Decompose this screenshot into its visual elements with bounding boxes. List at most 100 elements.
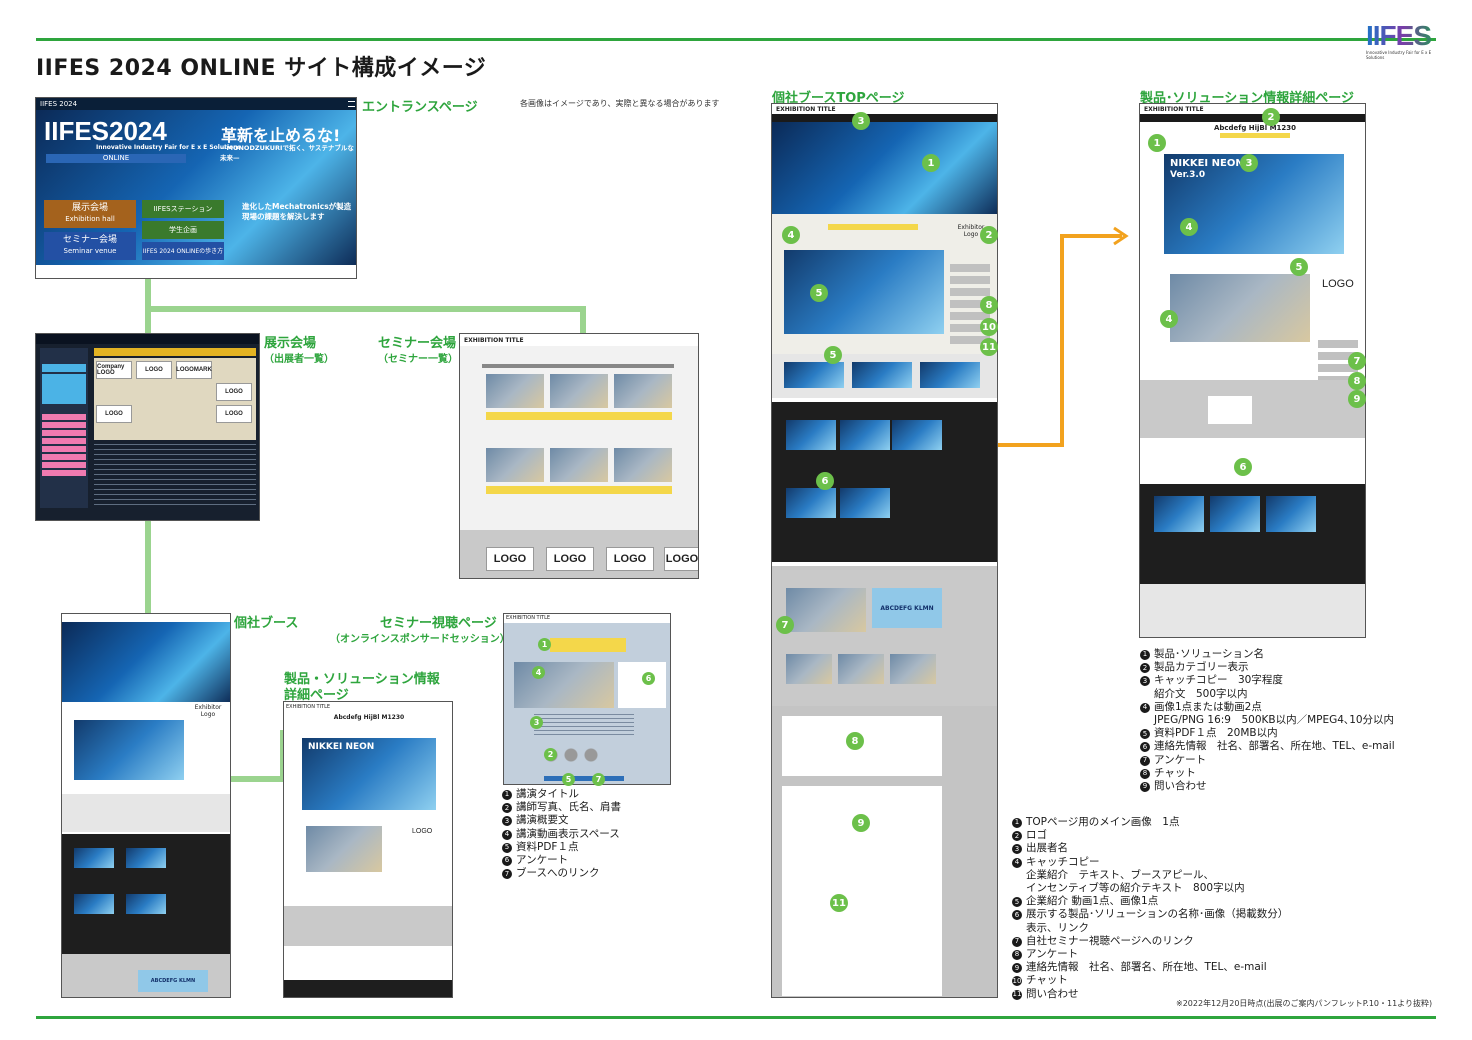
booth-top-screenshot: EXHIBITION TITLE Exhibitor Logo ABCDEFG …: [771, 103, 998, 998]
hall-list: [94, 444, 256, 508]
booth-small-thumb-1[interactable]: [74, 848, 114, 868]
badge-bt-4: 4: [782, 226, 800, 244]
legend-item: 6 連絡先情報 社名、部署名、所在地、TEL、e-mail: [1140, 740, 1395, 753]
badge-pd-8: 8: [1348, 372, 1366, 390]
product-big-version: Ver.3.0: [1170, 170, 1206, 180]
hall-logo-5[interactable]: LOGO: [96, 405, 132, 423]
product-big-related-2[interactable]: [1210, 496, 1260, 532]
booth-small-logo: Exhibitor Logo: [194, 704, 222, 718]
seminar-logo-3[interactable]: LOGO: [606, 547, 654, 571]
seminar-hall-tabs[interactable]: [482, 364, 674, 368]
disclaimer-note: 各画像はイメージであり、実際と異なる場合があります: [520, 99, 720, 108]
entrance-promo: 進化したMechatronicsが製造現場の課題を解決します: [242, 202, 352, 221]
booth-top-seminar-3[interactable]: [786, 654, 832, 684]
legend-text: 講演概要文: [516, 814, 569, 827]
legend-item: 5 資料PDF１点 20MB以内: [1140, 727, 1395, 740]
legend-continuation: 表示、リンク: [1026, 921, 1089, 934]
legend-text: 連絡先情報 社名、部署名、所在地、TEL、e-mail: [1154, 740, 1395, 753]
seminar-thumb-1[interactable]: [486, 374, 544, 408]
hall-logo-6[interactable]: LOGO: [216, 405, 252, 423]
booth-top-product-2[interactable]: [840, 420, 890, 450]
seminar-logo-2[interactable]: LOGO: [546, 547, 594, 571]
booth-top-video-1[interactable]: [784, 362, 844, 388]
booth-top-product-3[interactable]: [892, 420, 942, 450]
legend-text: キャッチコピー 30字程度: [1154, 674, 1283, 687]
legend-number: 8: [1140, 768, 1150, 779]
legend-item: 7 アンケート: [1140, 754, 1395, 767]
badge-sv-5: 5: [562, 773, 575, 786]
badge-sv-2: 2: [544, 748, 557, 761]
booth-small-thumb-4[interactable]: [126, 894, 166, 914]
seminar-logo-4[interactable]: LOGO: [664, 547, 698, 571]
booth-top-nav[interactable]: [772, 114, 997, 122]
badge-pd-9: 9: [1348, 390, 1366, 408]
seminar-view-video[interactable]: [514, 662, 614, 708]
booth-top-product-4[interactable]: [786, 488, 836, 518]
entrance-seminar-button[interactable]: セミナー会場 Seminar venue: [44, 232, 136, 260]
product-big-related-1[interactable]: [1154, 496, 1204, 532]
seminar-view-buttons[interactable]: [544, 776, 624, 781]
entrance-guide-button[interactable]: IIFES 2024 ONLINEの歩き方: [142, 242, 224, 260]
booth-top-seminars: [772, 566, 997, 706]
booth-top-product-5[interactable]: [840, 488, 890, 518]
legend-item: 3 講演概要文: [502, 814, 621, 827]
product-big-pamphlet: [1140, 380, 1365, 438]
entrance-academy-button[interactable]: 学生企画: [142, 221, 224, 239]
hall-sidebar-pinks[interactable]: [42, 414, 86, 478]
entrance-station-button[interactable]: IIFESステーション: [142, 200, 224, 218]
booth-small-thumb-3[interactable]: [74, 894, 114, 914]
legend-number: 5: [1012, 897, 1022, 908]
badge-bt-8b: 8: [846, 732, 864, 750]
booth-top-seminar-1[interactable]: [786, 588, 866, 632]
product-small-logo: LOGO: [412, 828, 433, 835]
badge-bt-5a: 5: [810, 284, 828, 302]
seminar-thumb-5[interactable]: [550, 448, 608, 482]
booth-small-products-strip: [62, 794, 230, 832]
arrow-head-icon: [1113, 226, 1129, 246]
legend-number: 7: [502, 869, 512, 880]
legend-text: 講師写真、氏名、肩書: [516, 801, 621, 814]
legend-number: 5: [1140, 729, 1150, 740]
legend-number: 10: [1012, 976, 1022, 987]
hall-logo-2[interactable]: LOGO: [136, 361, 172, 379]
product-big-nav[interactable]: [1140, 114, 1365, 122]
legend-text: チャット: [1154, 766, 1196, 779]
label-seminar-hall: セミナー会場: [378, 336, 457, 351]
booth-top-header: EXHIBITION TITLE: [772, 104, 997, 114]
hall-sidebar-buttons[interactable]: [42, 364, 86, 404]
legend-continuation: 紹介文 500字以内: [1154, 687, 1248, 700]
entrance-exhibit-button[interactable]: 展示会場 Exhibition hall: [44, 200, 136, 228]
seminar-thumb-2[interactable]: [550, 374, 608, 408]
legend-item: 6 展示する製品･ソリューションの名称･画像（掲載数分）: [1012, 908, 1288, 921]
legend-item: 8 チャット: [1140, 767, 1395, 780]
legend-item: 5 企業紹介 動画1点、画像1点: [1012, 895, 1288, 908]
booth-small-thumb-2[interactable]: [126, 848, 166, 868]
menu-icon[interactable]: [348, 101, 355, 107]
hall-logo-1[interactable]: Company LOGO: [96, 361, 132, 379]
seminar-view-survey[interactable]: [618, 662, 666, 708]
hall-logo-4[interactable]: LOGO: [216, 383, 252, 401]
legend-number: 4: [502, 829, 512, 840]
booth-top-seminar-5[interactable]: [890, 654, 936, 684]
booth-top-video-2[interactable]: [852, 362, 912, 388]
seminar-thumb-3[interactable]: [614, 374, 672, 408]
product-big-related-3[interactable]: [1266, 496, 1316, 532]
entrance-brand: IIFES 2024: [36, 98, 356, 110]
product-big-pdf[interactable]: [1208, 396, 1252, 424]
booth-top-hero: [772, 122, 997, 214]
hall-logo-3[interactable]: LOGOMARK: [176, 361, 212, 379]
seminar-thumb-6[interactable]: [614, 448, 672, 482]
seminar-button-label: セミナー会場: [62, 235, 117, 245]
booth-top-video-3[interactable]: [920, 362, 980, 388]
legend-number: 3: [502, 816, 512, 827]
product-small-bottom: [284, 980, 452, 997]
legend-item: 2 ロゴ: [1012, 829, 1288, 842]
legend-number: 2: [1012, 831, 1022, 842]
legend-item: 4 キャッチコピー: [1012, 856, 1288, 869]
booth-top-seminar-4[interactable]: [838, 654, 884, 684]
booth-top-product-1[interactable]: [786, 420, 836, 450]
product-detail-screenshot-big: EXHIBITION TITLE Abcdefg HijBl M1230 NIK…: [1139, 103, 1366, 638]
label-seminar-view-sub: （オンラインスポンサードセッション）: [330, 634, 510, 645]
seminar-logo-1[interactable]: LOGO: [486, 547, 534, 571]
seminar-thumb-4[interactable]: [486, 448, 544, 482]
